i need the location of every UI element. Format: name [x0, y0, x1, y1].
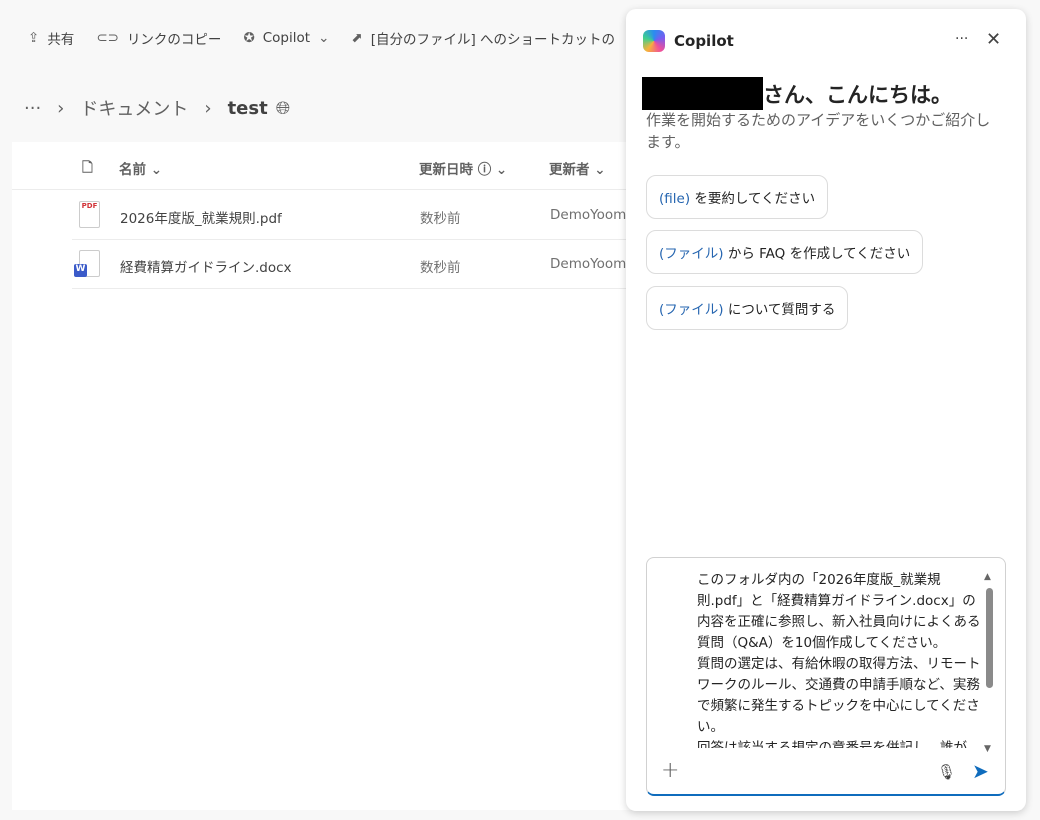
- link-icon: ⊂⊃: [96, 30, 119, 46]
- chevron-right-icon: ›: [204, 97, 212, 119]
- shortcut-icon: ⬈: [351, 30, 363, 46]
- pdf-icon: PDF: [79, 201, 100, 228]
- share-icon: ⇪: [28, 30, 40, 46]
- subtitle: 作業を開始するためのアイデアをいくつかご紹介します。: [646, 111, 991, 151]
- panel-title: Copilot: [674, 32, 734, 50]
- prompt-input[interactable]: このフォルダ内の「2026年度版_就業規則.pdf」と「経費精算ガイドライン.d…: [697, 570, 987, 748]
- word-icon: W: [74, 250, 100, 277]
- file-name[interactable]: 2026年度版_就業規則.pdf: [120, 207, 282, 227]
- more-options-icon[interactable]: ···: [955, 31, 968, 47]
- microphone-icon[interactable]: 🎙︎: [937, 763, 956, 781]
- chevron-down-icon: ⌄: [318, 30, 330, 46]
- breadcrumb: ··· › ドキュメント › test 🌐︎: [24, 95, 290, 121]
- globe-icon: 🌐︎: [275, 97, 291, 119]
- suggestion-summarize[interactable]: (file) を要約してください: [646, 175, 829, 219]
- breadcrumb-documents[interactable]: ドキュメント: [80, 95, 188, 121]
- copilot-menu-button[interactable]: ✪ Copilot ⌄: [243, 28, 329, 48]
- breadcrumb-current: test: [227, 97, 268, 119]
- file-type-icon: 🗋: [82, 160, 93, 176]
- greeting: さん、こんにちは。: [642, 77, 952, 110]
- send-icon[interactable]: ➤: [972, 759, 989, 783]
- suggestion-faq[interactable]: (ファイル) から FAQ を作成してください: [646, 230, 924, 274]
- add-icon[interactable]: +: [661, 758, 679, 783]
- redacted-name: [642, 77, 763, 110]
- breadcrumb-more[interactable]: ···: [24, 98, 41, 119]
- close-icon[interactable]: ✕: [986, 29, 1001, 50]
- copilot-panel: Copilot ··· ✕ さん、こんにちは。 作業を開始するためのアイデアをい…: [626, 9, 1026, 811]
- share-button[interactable]: ⇪ 共有: [28, 28, 74, 48]
- scrollbar[interactable]: ▲ ▼: [983, 572, 995, 754]
- column-modified[interactable]: 更新日時 ⓘ ⌄: [419, 158, 507, 178]
- copilot-icon: ✪: [243, 30, 255, 46]
- copy-link-button[interactable]: ⊂⊃ リンクのコピー: [96, 28, 221, 48]
- column-name[interactable]: 名前 ⌄: [119, 158, 162, 178]
- suggestion-question[interactable]: (ファイル) について質問する: [646, 286, 849, 330]
- column-modified-by[interactable]: 更新者 ⌄: [549, 158, 606, 178]
- chevron-right-icon: ›: [57, 97, 65, 119]
- add-shortcut-button[interactable]: ⬈ [自分のファイル] へのショートカットの: [351, 28, 615, 48]
- copilot-logo-icon: [643, 30, 665, 52]
- prompt-box: このフォルダ内の「2026年度版_就業規則.pdf」と「経費精算ガイドライン.d…: [646, 557, 1006, 796]
- file-name[interactable]: 経費精算ガイドライン.docx: [120, 256, 292, 276]
- command-bar: ⇪ 共有 ⊂⊃ リンクのコピー ✪ Copilot ⌄ ⬈ [自分のファイル] へのショー…: [28, 28, 615, 48]
